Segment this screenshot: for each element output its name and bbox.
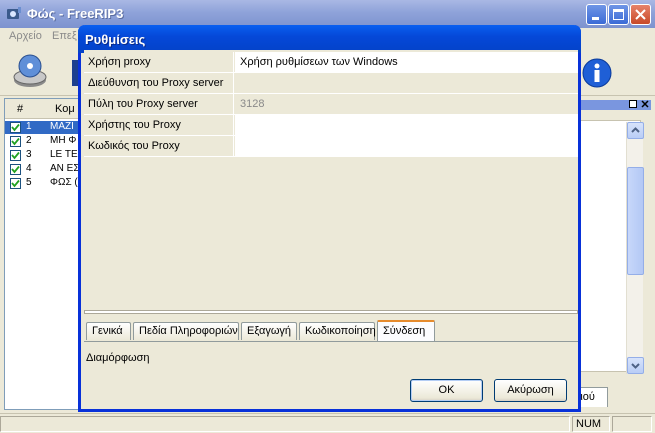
track-title: ΦΩΣ ( bbox=[50, 177, 78, 188]
settings-dialog: Ρυθμίσεις Χρήση proxy Χρήση ρυθμίσεων τω… bbox=[78, 25, 581, 412]
tab-baseline bbox=[84, 341, 578, 342]
scroll-thumb[interactable] bbox=[627, 167, 644, 275]
check-icon bbox=[11, 137, 20, 146]
property-label: Χρήστης του Proxy bbox=[84, 115, 234, 135]
property-row-proxy-password[interactable]: Κωδικός του Proxy bbox=[84, 136, 578, 157]
track-row[interactable]: 5 ΦΩΣ ( bbox=[5, 177, 79, 190]
proxy-port-value[interactable]: 3128 bbox=[235, 94, 578, 114]
status-cell-extra bbox=[612, 416, 652, 432]
property-label: Χρήση proxy bbox=[84, 52, 234, 72]
track-row[interactable]: 1 ΜΑΖΙ bbox=[5, 121, 79, 134]
property-row-proxy-user[interactable]: Χρήστης του Proxy bbox=[84, 115, 578, 136]
settings-tabs: Γενικά Πεδία Πληροφοριών Εξαγωγή Κωδικοπ… bbox=[84, 320, 578, 341]
grid-splitter[interactable] bbox=[84, 310, 578, 314]
track-checkbox[interactable] bbox=[10, 136, 21, 147]
property-label: Διεύθυνση του Proxy server bbox=[84, 73, 234, 93]
track-number: 2 bbox=[26, 135, 32, 146]
property-label: Κωδικός του Proxy bbox=[84, 136, 234, 156]
scroll-up-button[interactable] bbox=[627, 122, 644, 139]
track-number: 3 bbox=[26, 149, 32, 160]
scroll-down-button[interactable] bbox=[627, 357, 644, 374]
track-checkbox[interactable] bbox=[10, 164, 21, 175]
track-row[interactable]: 3 LE TE bbox=[5, 149, 79, 162]
track-number: 4 bbox=[26, 163, 32, 174]
track-number: 1 bbox=[26, 121, 32, 132]
track-checkbox[interactable] bbox=[10, 122, 21, 133]
info-icon[interactable] bbox=[582, 58, 612, 88]
check-icon bbox=[11, 123, 20, 132]
status-num: NUM bbox=[572, 416, 610, 432]
disc-drive-icon[interactable] bbox=[12, 52, 48, 90]
property-label: Πύλη του Proxy server bbox=[84, 94, 234, 114]
chevron-up-icon bbox=[631, 127, 640, 133]
property-row-proxy-port[interactable]: Πύλη του Proxy server 3128 bbox=[84, 94, 578, 115]
cancel-button[interactable]: Ακύρωση bbox=[494, 379, 567, 402]
dialog-title-bar: Ρυθμίσεις bbox=[78, 25, 581, 53]
proxy-address-value[interactable] bbox=[235, 73, 578, 93]
track-checkbox[interactable] bbox=[10, 178, 21, 189]
track-number: 5 bbox=[26, 177, 32, 188]
property-row-use-proxy[interactable]: Χρήση proxy Χρήση ρυθμίσεων των Windows bbox=[84, 52, 578, 73]
column-title[interactable]: Κομ bbox=[55, 103, 75, 115]
close-button[interactable] bbox=[630, 4, 651, 25]
track-list-header: # Κομ bbox=[5, 99, 79, 119]
status-cell-main bbox=[0, 416, 570, 432]
check-icon bbox=[11, 179, 20, 188]
tab-info-fields[interactable]: Πεδία Πληροφοριών bbox=[133, 322, 239, 340]
property-row-proxy-address[interactable]: Διεύθυνση του Proxy server bbox=[84, 73, 578, 94]
proxy-user-value[interactable] bbox=[235, 115, 578, 135]
check-icon bbox=[11, 151, 20, 160]
tab-encoding[interactable]: Κωδικοποίηση bbox=[299, 322, 376, 340]
property-grid: Χρήση proxy Χρήση ρυθμίσεων των Windows … bbox=[84, 50, 578, 313]
track-title: ΜΑΖΙ bbox=[50, 121, 74, 132]
menu-file[interactable]: Αρχείο bbox=[9, 30, 42, 42]
restore-panel-icon[interactable] bbox=[628, 99, 638, 109]
ok-button[interactable]: OK bbox=[410, 379, 483, 402]
close-panel-icon[interactable] bbox=[640, 99, 650, 109]
check-icon bbox=[11, 165, 20, 174]
maximize-icon bbox=[613, 9, 624, 20]
vertical-scrollbar[interactable] bbox=[626, 122, 644, 374]
close-icon bbox=[635, 9, 646, 20]
track-row[interactable]: 4 ΑΝ ΕΣ bbox=[5, 163, 79, 176]
main-window-title: Φώς - FreeRIP3 bbox=[27, 6, 124, 21]
status-bar: NUM bbox=[0, 413, 655, 433]
track-title: LE TE bbox=[50, 149, 78, 160]
description-text: Διαμόρφωση bbox=[86, 352, 150, 364]
tab-connection[interactable]: Σύνδεση bbox=[377, 320, 435, 341]
track-title: ΜΗ Φ bbox=[50, 135, 77, 146]
chevron-down-icon bbox=[631, 363, 640, 369]
maximize-button[interactable] bbox=[608, 4, 629, 25]
dialog-title: Ρυθμίσεις bbox=[85, 32, 146, 47]
tab-general[interactable]: Γενικά bbox=[86, 322, 131, 340]
track-row[interactable]: 2 ΜΗ Φ bbox=[5, 135, 79, 148]
use-proxy-value[interactable]: Χρήση ρυθμίσεων των Windows bbox=[235, 52, 578, 72]
main-title-bar: Φώς - FreeRIP3 bbox=[0, 0, 655, 28]
menu-edit[interactable]: Επεξ bbox=[52, 30, 77, 42]
track-checkbox[interactable] bbox=[10, 150, 21, 161]
minimize-icon bbox=[592, 17, 599, 20]
tab-export[interactable]: Εξαγωγή bbox=[241, 322, 297, 340]
minimize-button[interactable] bbox=[586, 4, 607, 25]
proxy-password-value[interactable] bbox=[235, 136, 578, 156]
track-list: # Κομ 1 ΜΑΖΙ 2 ΜΗ Φ 3 LE TE 4 ΑΝ ΕΣ 5 ΦΩ… bbox=[4, 98, 80, 410]
track-title: ΑΝ ΕΣ bbox=[50, 163, 79, 174]
app-icon bbox=[7, 7, 21, 19]
column-number[interactable]: # bbox=[17, 103, 23, 115]
